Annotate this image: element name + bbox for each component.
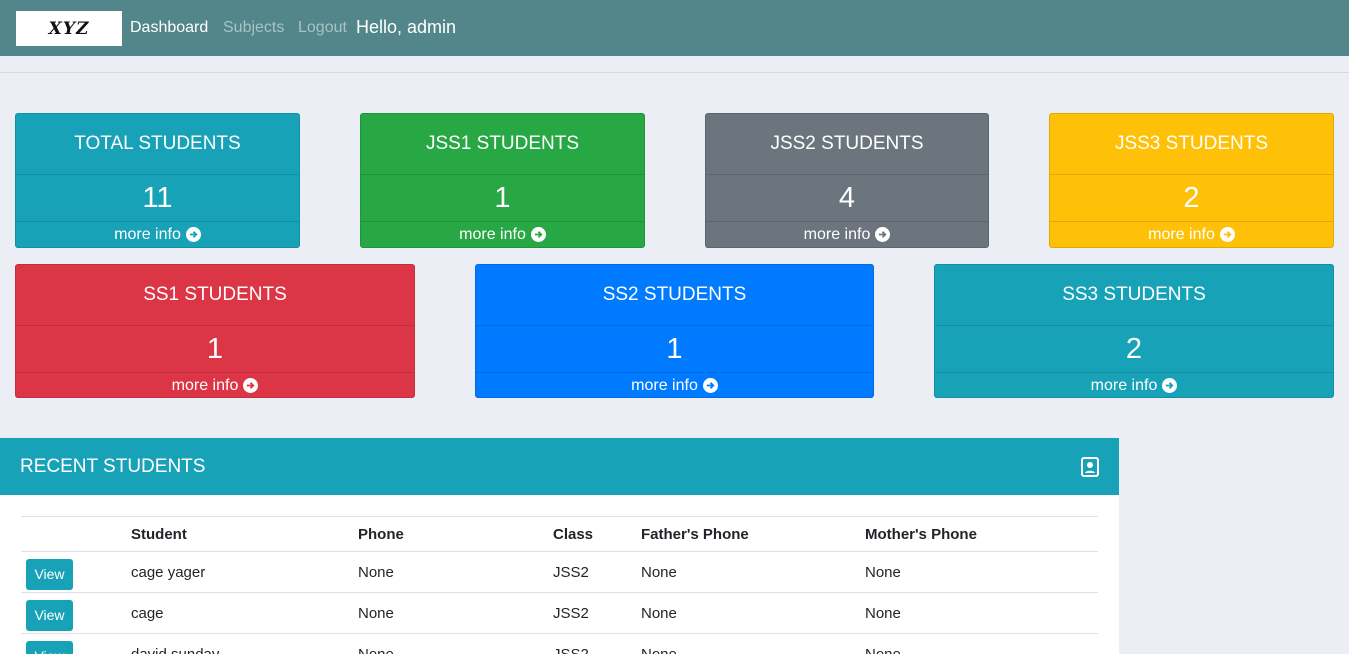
student-phone: None — [358, 633, 553, 654]
student-phone: None — [358, 551, 553, 593]
table-header-row: Student Phone Class Father's Phone Mothe… — [21, 516, 1098, 552]
more-info-link[interactable]: more info — [1050, 222, 1333, 247]
more-info-label: more info — [803, 225, 871, 243]
more-info-link[interactable]: more info — [16, 373, 414, 397]
arrow-circle-right-icon — [702, 378, 718, 393]
student-class: JSS2 — [553, 633, 641, 654]
arrow-circle-right-icon — [185, 227, 201, 242]
ss2-students-card: SS2 STUDENTS 1 more info — [475, 264, 874, 398]
more-info-label: more info — [459, 225, 526, 243]
student-name: cage yager — [131, 551, 358, 593]
view-student-button[interactable]: View — [26, 599, 73, 631]
more-info-label: more info — [1090, 376, 1158, 394]
card-count: 1 — [361, 175, 644, 222]
column-header-student: Student — [131, 516, 358, 552]
recent-students-table: Student Phone Class Father's Phone Mothe… — [21, 516, 1098, 654]
card-count: 1 — [16, 326, 414, 373]
recent-students-panel: RECENT STUDENTS Student Phone Class Fath… — [0, 438, 1119, 654]
student-name: cage — [131, 592, 358, 634]
more-info-link[interactable]: more info — [476, 373, 873, 397]
total-students-card: TOTAL STUDENTS 11 more info — [15, 113, 300, 248]
arrow-circle-right-icon — [243, 378, 259, 393]
jss2-students-card: JSS2 STUDENTS 4 more info — [705, 113, 989, 248]
card-title: SS2 STUDENTS — [476, 265, 873, 326]
card-title: JSS2 STUDENTS — [706, 114, 988, 175]
card-count: 11 — [16, 175, 299, 222]
arrow-circle-right-icon — [1162, 378, 1178, 393]
more-info-link[interactable]: more info — [361, 222, 644, 247]
arrow-circle-right-icon — [530, 227, 546, 242]
card-title: JSS1 STUDENTS — [361, 114, 644, 175]
arrow-circle-right-icon — [1219, 227, 1235, 242]
mother-phone: None — [865, 551, 1098, 593]
card-count: 2 — [1050, 175, 1333, 222]
top-navbar: XYZ Dashboard Subjects Logout Hello, adm… — [0, 0, 1349, 56]
nav-logout-link[interactable]: Logout — [298, 19, 347, 37]
nav-subjects-link[interactable]: Subjects — [223, 19, 284, 37]
card-title: SS1 STUDENTS — [16, 265, 414, 326]
student-class: JSS2 — [553, 551, 641, 593]
father-phone: None — [641, 633, 865, 654]
more-info-label: more info — [114, 225, 181, 243]
arrow-circle-right-icon — [875, 227, 891, 242]
table-row: View david sunday None JSS2 None None — [21, 633, 1098, 654]
card-title: JSS3 STUDENTS — [1050, 114, 1333, 175]
panel-header: RECENT STUDENTS — [0, 438, 1119, 495]
ss1-students-card: SS1 STUDENTS 1 more info — [15, 264, 415, 398]
column-header-phone: Phone — [358, 516, 553, 552]
table-row: View cage yager None JSS2 None None — [21, 551, 1098, 593]
jss1-students-card: JSS1 STUDENTS 1 more info — [360, 113, 645, 248]
contact-card-icon — [1081, 456, 1099, 477]
nav-dashboard-link[interactable]: Dashboard — [130, 19, 208, 37]
header-divider — [0, 72, 1349, 73]
panel-title: RECENT STUDENTS — [20, 455, 206, 477]
student-name: david sunday — [131, 633, 358, 654]
mother-phone: None — [865, 592, 1098, 634]
more-info-link[interactable]: more info — [16, 222, 299, 247]
card-title: SS3 STUDENTS — [935, 265, 1333, 326]
column-header-class: Class — [553, 516, 641, 552]
logo[interactable]: XYZ — [16, 11, 122, 46]
view-student-button[interactable]: View — [26, 558, 73, 590]
more-info-label: more info — [171, 376, 239, 394]
more-info-label: more info — [1148, 225, 1215, 243]
father-phone: None — [641, 551, 865, 593]
card-count: 4 — [706, 175, 988, 222]
user-greeting: Hello, admin — [356, 17, 457, 37]
view-student-button[interactable]: View — [26, 640, 73, 654]
ss3-students-card: SS3 STUDENTS 2 more info — [934, 264, 1334, 398]
mother-phone: None — [865, 633, 1098, 654]
card-title: TOTAL STUDENTS — [16, 114, 299, 175]
column-header — [21, 516, 131, 552]
card-count: 1 — [476, 326, 873, 373]
card-count: 2 — [935, 326, 1333, 373]
student-class: JSS2 — [553, 592, 641, 634]
more-info-label: more info — [631, 376, 698, 394]
column-header-mother-phone: Mother's Phone — [865, 516, 1098, 552]
more-info-link[interactable]: more info — [935, 373, 1333, 397]
logo-text: XYZ — [48, 18, 90, 39]
student-phone: None — [358, 592, 553, 634]
father-phone: None — [641, 592, 865, 634]
more-info-link[interactable]: more info — [706, 222, 988, 247]
column-header-father-phone: Father's Phone — [641, 516, 865, 552]
jss3-students-card: JSS3 STUDENTS 2 more info — [1049, 113, 1334, 248]
table-row: View cage None JSS2 None None — [21, 592, 1098, 634]
